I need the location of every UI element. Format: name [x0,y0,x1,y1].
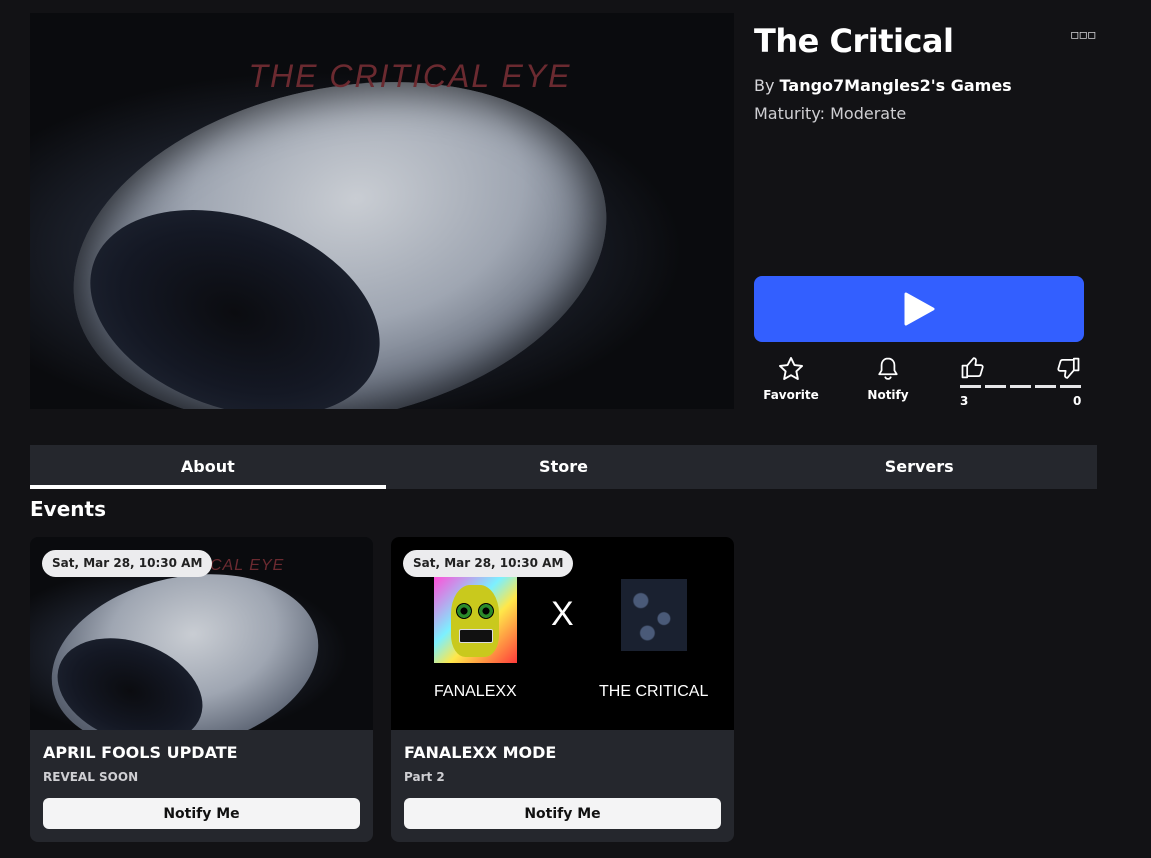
tab-store[interactable]: Store [386,445,742,489]
event-image: CAL EYE Sat, Mar 28, 10:30 AM [30,537,373,730]
notify-me-button[interactable]: Notify Me [43,798,360,829]
fanalexx-character-image [434,577,517,663]
upvote-count: 3 [960,394,969,408]
event-subtitle: REVEAL SOON [43,770,139,784]
event-card[interactable]: X FANALEXX THE CRITICAL Sat, Mar 28, 10:… [391,537,734,842]
game-title: The Critical [754,22,954,60]
event-card[interactable]: CAL EYE Sat, Mar 28, 10:30 AM APRIL FOOL… [30,537,373,842]
thumbs-down-icon [1057,357,1080,379]
upvote-button[interactable] [958,354,988,386]
event-subtitle: Part 2 [404,770,445,784]
notify-me-button[interactable]: Notify Me [404,798,721,829]
maturity-label: Maturity: Moderate [754,104,907,123]
star-icon [778,356,804,380]
events-heading: Events [30,497,106,521]
by-prefix: By [754,76,775,95]
event-date-badge: Sat, Mar 28, 10:30 AM [42,550,213,577]
notify-button[interactable]: Notify [860,355,916,402]
thumbs-up-icon [961,357,984,379]
tab-about[interactable]: About [30,445,386,489]
creator-link[interactable]: Tango7Mangles2's Games [780,76,1012,95]
critical-label: THE CRITICAL [599,683,709,700]
play-button[interactable] [754,276,1084,342]
tab-bar: About Store Servers [30,445,1097,489]
event-image: X FANALEXX THE CRITICAL Sat, Mar 28, 10:… [391,537,734,730]
vote-ratio-bar [960,385,1081,388]
bell-icon [878,357,898,380]
event-date-badge: Sat, Mar 28, 10:30 AM [403,550,574,577]
downvote-count: 0 [1073,394,1082,408]
thumbnail-text: THE CRITICAL EYE [248,58,572,94]
crossover-x: X [551,595,574,633]
event-title: FANALEXX MODE [404,743,557,762]
creator-line: By Tango7Mangles2's Games [754,76,1012,95]
event-image-text: CAL EYE [210,557,285,574]
notify-label: Notify [867,388,909,402]
ellipsis-icon[interactable]: ▫▫▫ [1070,27,1096,43]
game-thumbnail: THE CRITICAL EYE [30,13,734,409]
event-title: APRIL FOOLS UPDATE [43,743,238,762]
fanalexx-label: FANALEXX [434,683,517,700]
favorite-button[interactable]: Favorite [760,355,822,402]
critical-thumbnail-image [621,579,687,651]
tab-servers[interactable]: Servers [741,445,1097,489]
downvote-button[interactable] [1053,354,1083,386]
favorite-label: Favorite [763,388,819,402]
play-icon [904,292,935,326]
